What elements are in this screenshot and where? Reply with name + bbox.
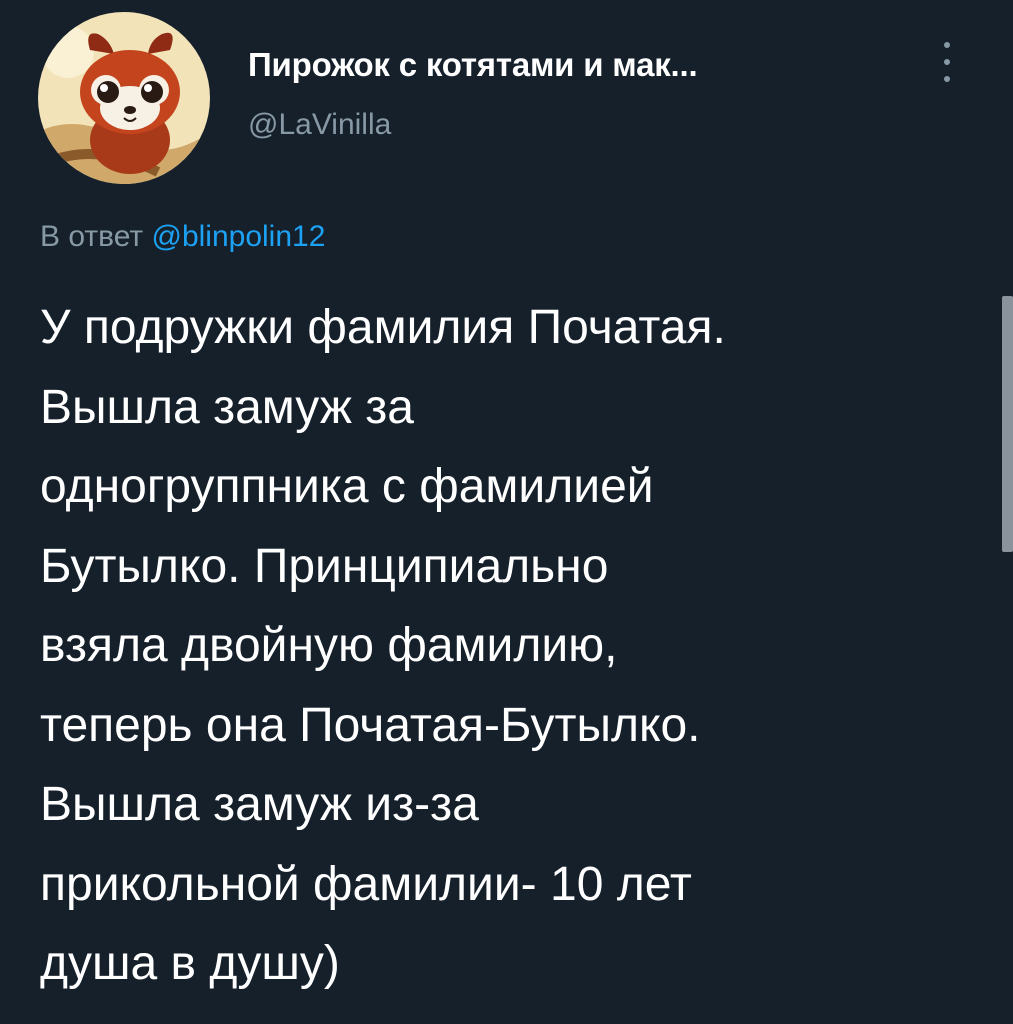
reply-prefix: В ответ — [40, 220, 144, 253]
tweet-text-line: одногруппника с фамилией — [40, 460, 654, 513]
reply-mention-link[interactable]: @blinpolin12 — [151, 220, 325, 253]
author-avatar[interactable] — [38, 12, 210, 184]
tweet-text-line: У подружки фамилия Початая. — [40, 301, 726, 354]
red-panda-avatar-icon — [38, 12, 210, 184]
tweet-text-line: Вышла замуж из-за — [40, 778, 479, 831]
more-vertical-icon[interactable] — [930, 36, 964, 88]
tweet-text-line: прикольной фамилии- 10 лет — [40, 857, 692, 911]
tweet-text-line: Вышла замуж за — [40, 380, 414, 434]
tweet-text-line: Бутылко. Принципиально — [40, 539, 609, 593]
scrollbar[interactable] — [1002, 296, 1013, 552]
tweet-text-line: теперь она Початая-Бутылко. — [40, 698, 701, 752]
reply-context: В ответ @blinpolin12 — [40, 220, 325, 254]
tweet-text: У подружки фамилия Початая. Вышла замуж … — [40, 288, 990, 1004]
tweet-text-line: душа в душу) — [40, 937, 340, 990]
tweet: Пирожок с котятами и мак... @LaVinilla В… — [0, 0, 1013, 1024]
tweet-text-line: взяла двойную фамилию, — [40, 619, 618, 672]
author-handle[interactable]: @LaVinilla — [248, 108, 391, 142]
author-display-name[interactable]: Пирожок с котятами и мак... — [248, 46, 698, 84]
